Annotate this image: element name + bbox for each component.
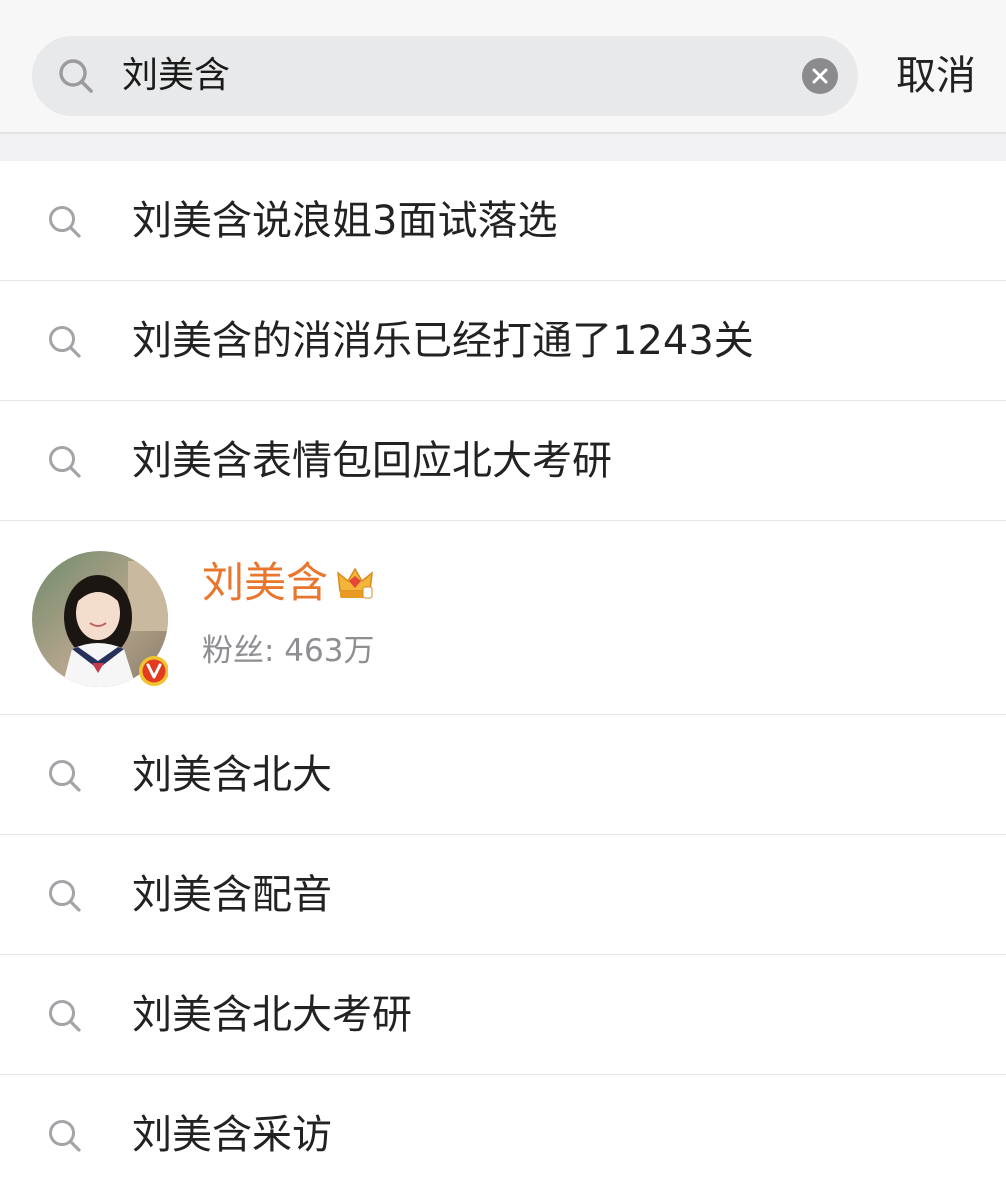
search-icon: [46, 323, 84, 365]
search-icon: [46, 997, 84, 1039]
search-icon: [56, 56, 96, 100]
cancel-button[interactable]: 取消: [896, 36, 976, 116]
suggestion-text: 刘美含采访: [132, 1112, 332, 1158]
search-icon: [46, 203, 84, 245]
suggestion-text: 刘美含表情包回应北大考研: [132, 438, 612, 484]
search-input[interactable]: 刘美含: [122, 36, 230, 116]
avatar[interactable]: [32, 551, 169, 687]
suggestion-item[interactable]: 刘美含说浪姐3面试落选: [0, 161, 1006, 281]
search-icon: [46, 443, 84, 485]
search-icon: [46, 877, 84, 919]
suggestion-item[interactable]: 刘美含北大考研: [0, 955, 1006, 1075]
suggestion-text: 刘美含说浪姐3面试落选: [132, 198, 558, 244]
suggestion-item[interactable]: 刘美含表情包回应北大考研: [0, 401, 1006, 521]
section-divider: [0, 134, 1006, 161]
search-icon: [46, 757, 84, 799]
search-bar[interactable]: 刘美含: [32, 36, 858, 116]
suggestion-item[interactable]: 刘美含配音: [0, 835, 1006, 955]
suggestion-item[interactable]: 刘美含采访: [0, 1075, 1006, 1195]
fans-count: 粉丝: 463万: [202, 633, 375, 669]
user-name: 刘美含: [202, 558, 329, 607]
search-icon: [46, 1117, 84, 1159]
suggestion-text: 刘美含北大: [132, 752, 332, 798]
suggestion-text: 刘美含配音: [132, 872, 332, 918]
suggestion-item[interactable]: 刘美含北大: [0, 715, 1006, 835]
suggestion-item[interactable]: 刘美含的消消乐已经打通了1243关: [0, 281, 1006, 401]
user-result[interactable]: 刘美含 粉丝: 463万: [0, 521, 1006, 715]
clear-icon[interactable]: [802, 58, 838, 94]
search-header: 刘美含 取消: [0, 0, 1006, 134]
suggestion-text: 刘美含北大考研: [132, 992, 412, 1038]
suggestion-text: 刘美含的消消乐已经打通了1243关: [132, 318, 754, 364]
crown-vip-icon: [336, 565, 374, 605]
suggestion-list: 刘美含说浪姐3面试落选 刘美含的消消乐已经打通了1243关 刘美含表情包回应北大…: [0, 161, 1006, 1195]
